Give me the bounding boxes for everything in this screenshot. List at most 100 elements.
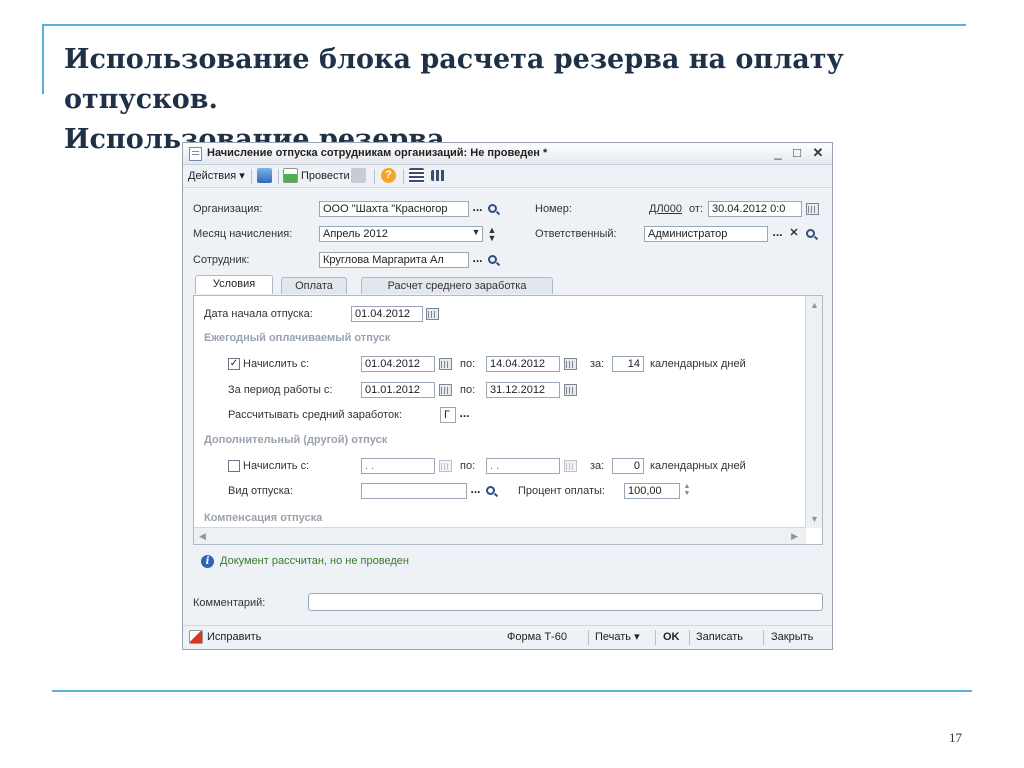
start-date-field[interactable]: 01.04.2012 <box>351 306 423 322</box>
org-select-button[interactable]: ... <box>469 201 486 217</box>
status-message: Документ рассчитан, но не проведен <box>220 555 409 567</box>
vacation-type-select-button[interactable]: ... <box>467 483 484 499</box>
toolbar-separator <box>251 169 252 184</box>
extra-accrue-label: Начислить с: <box>243 460 310 472</box>
percent-spin-icon[interactable]: ▲ ▼ <box>680 483 694 499</box>
vacation-type-field[interactable] <box>361 483 467 499</box>
bottom-separator <box>588 630 589 645</box>
employee-label: Сотрудник: <box>193 254 250 266</box>
calendar-icon[interactable] <box>564 358 577 370</box>
scroll-right-icon[interactable]: ▶ <box>791 531 798 542</box>
horizontal-scrollbar[interactable]: ◀ ▶ <box>194 527 806 544</box>
extra-calendar-days-label: календарных дней <box>650 460 746 472</box>
date-from-label: от: <box>689 203 703 215</box>
close-window-button[interactable]: ✕ <box>809 144 827 162</box>
date-field[interactable]: 30.04.2012 0:0 <box>708 201 802 217</box>
days-for-label: за: <box>590 358 605 370</box>
percent-field[interactable]: 100,00 <box>624 483 680 499</box>
period-from-field[interactable]: 01.01.2012 <box>361 382 435 398</box>
compensation-section-title: Компенсация отпуска <box>204 512 323 524</box>
post-button[interactable]: Провести <box>301 169 350 184</box>
info-icon: i <box>201 555 214 568</box>
vertical-scrollbar[interactable]: ▲ ▼ <box>805 296 822 528</box>
structure-icon[interactable] <box>351 168 366 183</box>
post-icon[interactable] <box>283 168 298 183</box>
edit-icon[interactable] <box>189 630 203 644</box>
extra-accrue-checkbox[interactable] <box>228 460 240 472</box>
top-accent-line <box>42 24 966 26</box>
actions-menu-button[interactable]: Действия ▾ <box>188 169 245 184</box>
extra-to-label: по: <box>460 460 476 472</box>
go-to-icon[interactable] <box>257 168 272 183</box>
days-field[interactable]: 14 <box>612 356 644 372</box>
number-field[interactable]: ДЛ000 <box>649 201 682 217</box>
average-earnings-label: Рассчитывать средний заработок: <box>228 409 403 421</box>
extra-section-title: Дополнительный (другой) отпуск <box>204 434 388 446</box>
accrue-from-field[interactable]: 01.04.2012 <box>361 356 435 372</box>
toolbar: Действия ▾ Провести ? <box>183 165 832 188</box>
settings-icon[interactable] <box>431 170 446 181</box>
accrue-to-field[interactable]: 14.04.2012 <box>486 356 560 372</box>
employee-search-icon[interactable] <box>488 255 497 264</box>
tab-average-earnings[interactable]: Расчет среднего заработка <box>361 277 553 294</box>
slide-title-line1: Использование блока расчета резерва на о… <box>64 44 844 115</box>
responsible-select-button[interactable]: ... <box>769 226 786 242</box>
conditions-panel: Дата начала отпуска: 01.04.2012 Ежегодны… <box>193 295 823 545</box>
bottom-separator <box>763 630 764 645</box>
extra-days-for-label: за: <box>590 460 605 472</box>
average-earnings-field[interactable]: Г <box>440 407 456 423</box>
bottom-separator <box>655 630 656 645</box>
average-select-button[interactable]: ... <box>456 407 473 423</box>
scroll-up-icon[interactable]: ▲ <box>810 300 819 310</box>
window-titlebar[interactable]: Начисление отпуска сотрудникам организац… <box>183 143 832 165</box>
extra-from-field[interactable]: . . <box>361 458 435 474</box>
print-menu-button[interactable]: Печать ▾ <box>595 630 640 645</box>
toolbar-separator <box>403 169 404 184</box>
calendar-icon[interactable] <box>439 460 452 472</box>
help-icon[interactable]: ? <box>381 168 396 183</box>
edit-button[interactable]: Исправить <box>207 630 261 645</box>
employee-field[interactable]: Круглова Маргарита Ал <box>319 252 469 268</box>
calendar-icon[interactable] <box>439 358 452 370</box>
tab-payment[interactable]: Оплата <box>281 277 347 294</box>
org-field[interactable]: ООО "Шахта "Красногор <box>319 201 469 217</box>
responsible-field[interactable]: Администратор <box>644 226 768 242</box>
calendar-icon[interactable] <box>426 308 439 320</box>
form-t60-button[interactable]: Форма Т-60 <box>507 630 567 645</box>
window-title: Начисление отпуска сотрудникам организац… <box>207 147 548 159</box>
ok-button[interactable]: OK <box>663 630 680 645</box>
calendar-icon[interactable] <box>439 384 452 396</box>
number-label: Номер: <box>535 203 572 215</box>
clear-icon[interactable]: ✕ <box>787 227 801 243</box>
extra-days-field[interactable]: 0 <box>612 458 644 474</box>
bottom-accent-line <box>52 690 972 692</box>
month-field[interactable]: Апрель 2012 <box>319 226 483 242</box>
dropdown-arrow-icon[interactable]: ▼ <box>469 226 483 242</box>
calendar-icon[interactable] <box>806 203 819 215</box>
period-to-label: по: <box>460 384 476 396</box>
minimize-button[interactable]: _ <box>769 144 787 162</box>
period-to-field[interactable]: 31.12.2012 <box>486 382 560 398</box>
comment-field[interactable] <box>308 593 823 611</box>
scroll-down-icon[interactable]: ▼ <box>810 514 819 524</box>
calendar-icon[interactable] <box>564 460 577 472</box>
accrue-checkbox[interactable]: ✓ <box>228 358 240 370</box>
calendar-icon[interactable] <box>564 384 577 396</box>
percent-label: Процент оплаты: <box>518 485 605 497</box>
org-label: Организация: <box>193 203 263 215</box>
list-icon[interactable] <box>409 168 424 183</box>
toolbar-separator <box>374 169 375 184</box>
left-accent-line <box>42 24 44 94</box>
tab-conditions[interactable]: Условия <box>195 275 273 294</box>
maximize-button[interactable]: □ <box>788 144 806 162</box>
close-button[interactable]: Закрыть <box>771 630 813 645</box>
responsible-search-icon[interactable] <box>806 229 815 238</box>
employee-select-button[interactable]: ... <box>469 252 486 268</box>
org-search-icon[interactable] <box>488 204 497 213</box>
annual-section-title: Ежегодный оплачиваемый отпуск <box>204 332 391 344</box>
extra-to-field[interactable]: . . <box>486 458 560 474</box>
save-button[interactable]: Записать <box>696 630 743 645</box>
scroll-left-icon[interactable]: ◀ <box>199 531 206 542</box>
vacation-type-search-icon[interactable] <box>486 486 495 495</box>
spin-icon[interactable]: ▲ ▼ <box>485 226 499 243</box>
